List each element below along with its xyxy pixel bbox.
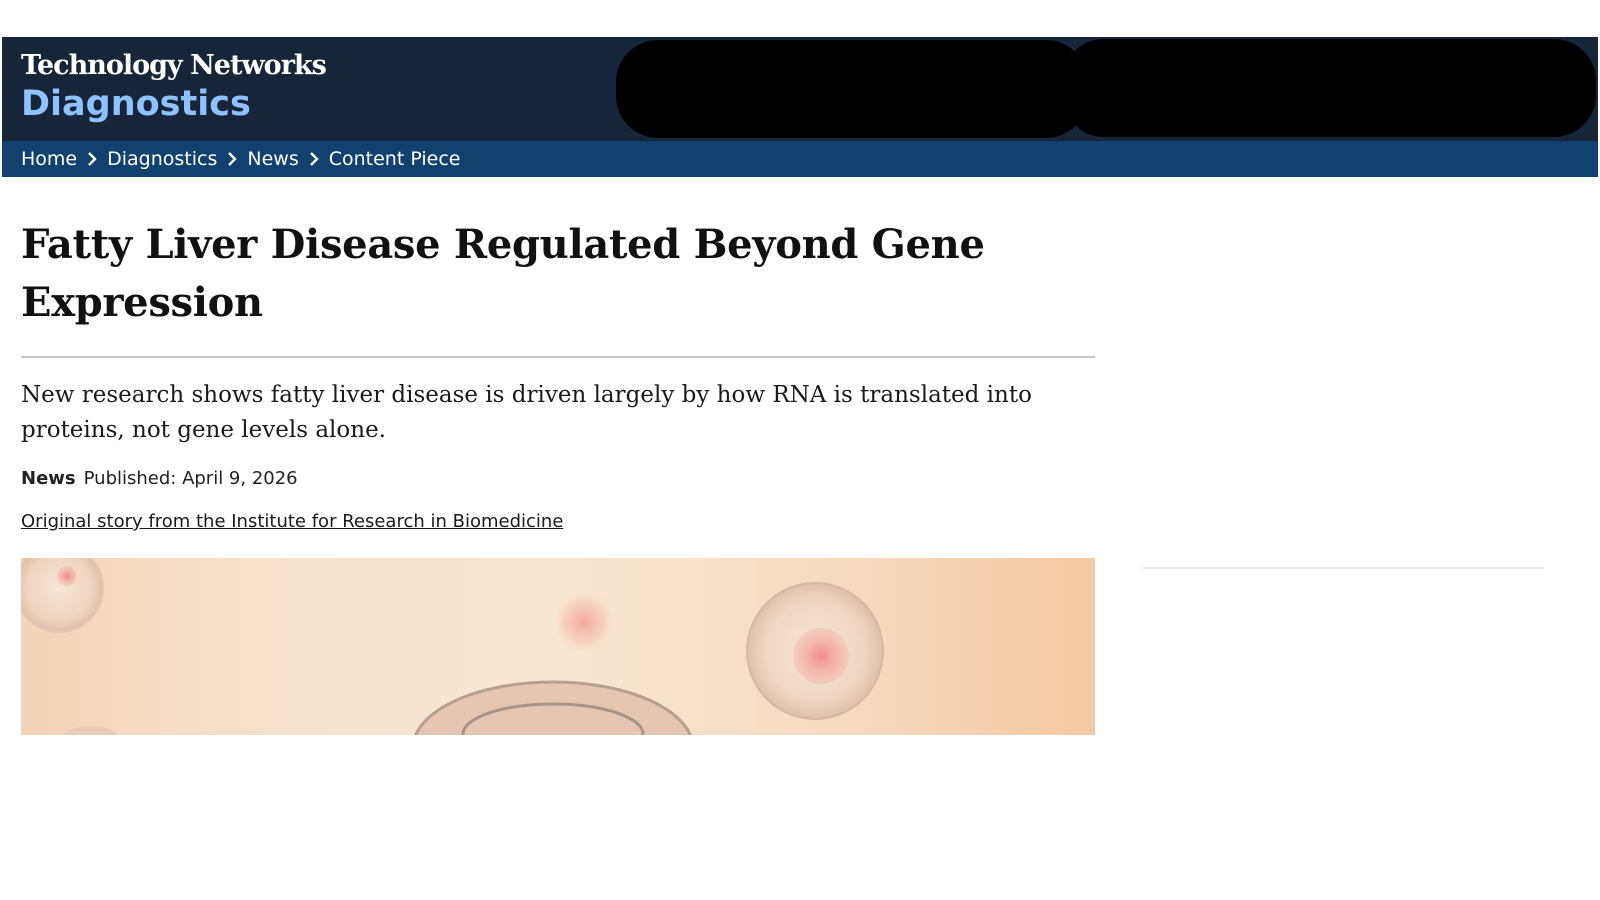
published-date: Published: April 9, 2026 — [83, 468, 298, 489]
brand-section: Diagnostics — [21, 84, 251, 124]
article-title: Fatty Liver Disease Regulated Beyond Gen… — [21, 221, 985, 326]
article-type-badge: News — [21, 468, 76, 489]
article-meta: News Published: April 9, 2026 — [21, 468, 1095, 489]
article: Fatty Liver Disease Regulated Beyond Gen… — [21, 216, 1095, 532]
title-divider — [21, 356, 1095, 358]
hero-image — [21, 558, 1095, 735]
redacted-region — [1062, 39, 1596, 137]
breadcrumb-diagnostics[interactable]: Diagnostics — [107, 148, 217, 170]
brand-name: Technology Networks — [21, 50, 327, 81]
breadcrumb-home[interactable]: Home — [21, 148, 77, 170]
breadcrumb: Home Diagnostics News Content Piece — [2, 141, 1598, 177]
page: Technology Networks Diagnostics Home Dia… — [0, 0, 1600, 900]
redacted-region — [616, 40, 1088, 138]
chevron-right-icon — [87, 151, 97, 167]
chevron-right-icon — [309, 151, 319, 167]
breadcrumb-news[interactable]: News — [247, 148, 298, 170]
site-logo[interactable]: Technology Networks Diagnostics — [21, 50, 327, 125]
chevron-right-icon — [227, 151, 238, 167]
original-story-link[interactable]: Original story from the Institute for Re… — [21, 511, 563, 532]
article-standfirst: New research shows fatty liver disease i… — [21, 382, 1032, 443]
site-header: Technology Networks Diagnostics — [2, 37, 1598, 141]
sidebar-divider — [1143, 567, 1544, 569]
cells-illustration — [21, 558, 884, 735]
breadcrumb-current: Content Piece — [328, 148, 461, 170]
